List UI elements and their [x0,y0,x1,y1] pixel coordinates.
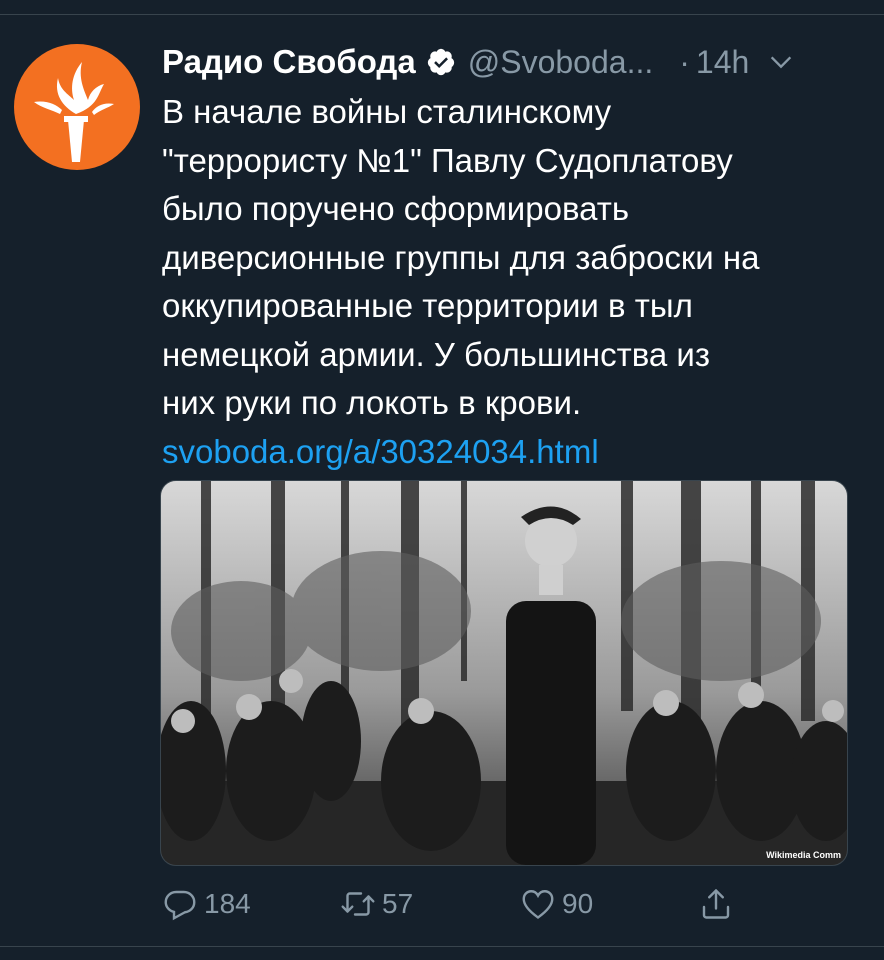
avatar[interactable] [14,44,140,170]
author-handle[interactable]: @Svoboda... [468,44,653,81]
reply-icon [164,890,196,921]
tweet-text-line: было поручено сформировать [162,190,630,227]
top-divider [0,14,884,15]
reply-button[interactable]: 184 [162,880,251,928]
tweet-text: В начале войны сталинскому "террористу №… [162,88,874,476]
tweet-text-line: оккупированные территории в тыл [162,287,693,324]
chevron-down-icon[interactable] [767,48,795,76]
tweet-time[interactable]: 14h [696,44,749,81]
retweet-count: 57 [382,888,414,919]
reply-count: 184 [204,888,251,919]
verified-badge-icon [426,47,456,77]
bottom-divider [0,946,884,947]
tweet-header: Радио Свобода @Svoboda... · 14h [162,40,862,84]
tweet-text-line: диверсионные группы для заброски на [162,238,760,276]
tweet-text-line: "террористу №1" Павлу Судоплатову [162,141,733,179]
tweet-link[interactable]: svoboda.org/a/30324034.html [162,428,874,477]
forest-group-photo [161,481,847,865]
like-count: 90 [562,888,594,919]
like-button[interactable]: 90 [520,880,593,928]
torch-logo-icon [34,62,114,162]
tweet-actions: 184 57 90 [162,880,862,928]
author-name[interactable]: Радио Свобода [162,43,416,81]
tweet-text-line: них руки по локоть в крови. [162,384,582,421]
separator-dot: · [679,43,690,80]
tweet-photo[interactable]: Wikimedia Comm [160,480,848,866]
heart-icon [522,890,554,920]
tweet-text-line: В начале войны сталинскому [162,93,612,130]
tweet-text-line: немецкой армии. У большинства из [162,335,710,373]
retweet-button[interactable]: 57 [340,880,413,928]
retweet-icon [341,892,375,916]
share-button[interactable] [698,880,734,928]
image-watermark: Wikimedia Comm [766,850,841,860]
share-icon [702,889,730,919]
